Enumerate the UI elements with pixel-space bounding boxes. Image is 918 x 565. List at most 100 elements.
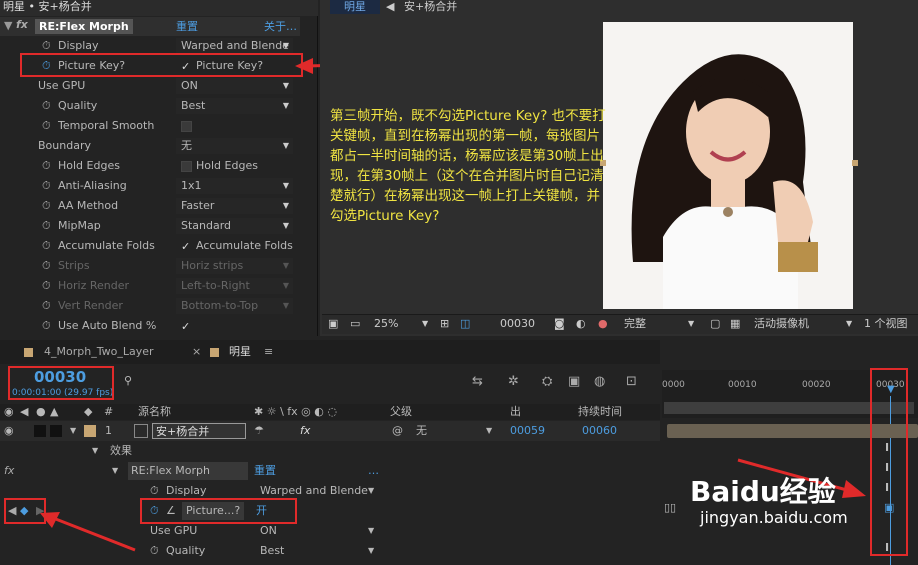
property-value[interactable]: Horiz strips — [176, 258, 293, 274]
chevron-down-icon[interactable]: ▼ — [422, 315, 428, 333]
expand-triangle-icon[interactable]: ▼ — [112, 461, 118, 481]
menu-icon[interactable]: ≡ — [264, 340, 273, 364]
effect-property-row[interactable]: ⏱ Horiz Render Left-to-Right — [0, 276, 300, 296]
chevron-down-icon[interactable]: ▼ — [368, 481, 374, 501]
flowchart-icon[interactable]: ⇆ — [472, 374, 483, 389]
transform-handle[interactable] — [852, 160, 858, 166]
show-channel-icon[interactable]: ◐ — [576, 315, 586, 333]
property-value[interactable]: 无 — [176, 138, 293, 154]
chevron-down-icon[interactable]: ▼ — [846, 315, 852, 333]
stopwatch-icon[interactable]: ⏱ — [42, 40, 54, 52]
property-value[interactable]: ✓ — [176, 318, 293, 334]
search-icon[interactable]: ⚲ — [124, 374, 132, 387]
viewer-timecode[interactable]: 00030 — [500, 315, 535, 333]
chevron-down-icon[interactable]: ▼ — [688, 315, 694, 333]
chevron-down-icon[interactable]: ▼ — [368, 541, 374, 561]
effect-property-row[interactable]: ⏱ Use Auto Blend % ✓ — [0, 316, 300, 336]
quality-select[interactable]: Best — [260, 541, 284, 561]
collapse-switch-icon[interactable]: ☂ — [254, 421, 264, 441]
effect-property-row[interactable]: ⏱ Accumulate Folds ✓ Accumulate Folds — [0, 236, 300, 256]
chevron-down-icon[interactable]: ▼ — [368, 521, 374, 541]
property-value[interactable]: Left-to-Right — [176, 278, 293, 294]
graph-icon[interactable]: ⊡ — [626, 374, 637, 389]
tab-mingxing[interactable]: 明星 — [229, 340, 251, 364]
stopwatch-icon[interactable]: ⏱ — [42, 100, 54, 112]
tab-4-morph[interactable]: 4_Morph_Two_Layer — [44, 340, 154, 364]
views-select[interactable]: 1 个视图 — [864, 315, 908, 333]
shy-icon[interactable]: ✲ — [508, 374, 519, 389]
stopwatch-icon[interactable]: ⏱ — [42, 220, 54, 232]
about-link[interactable]: 关于… — [264, 19, 297, 34]
pick-whip-icon[interactable]: @ — [392, 421, 403, 441]
label-color-icon[interactable] — [84, 425, 96, 437]
stopwatch-icon[interactable]: ⏱ — [42, 120, 54, 132]
effect-property-row[interactable]: ⏱ Vert Render Bottom-to-Top — [0, 296, 300, 316]
effects-group-row[interactable]: ▼ 效果 — [0, 441, 660, 461]
transparency-grid-icon[interactable]: ▦ — [730, 315, 740, 333]
stopwatch-icon[interactable]: ⏱ — [42, 200, 54, 212]
region-icon[interactable]: ▢ — [710, 315, 720, 333]
tab-composition[interactable]: 明星 — [330, 0, 380, 14]
parent-select[interactable]: 无 — [416, 421, 427, 441]
reset-link[interactable]: 重置 — [176, 19, 198, 34]
timeline-effect-name[interactable]: RE:Flex Morph — [128, 462, 248, 480]
mask-icon[interactable]: ◫ — [460, 315, 470, 333]
lock-box[interactable] — [50, 425, 62, 437]
property-value[interactable]: Warped and Blende — [176, 38, 293, 54]
effect-property-row[interactable]: ⏱ Temporal Smooth — [0, 116, 300, 136]
zoom-select[interactable]: 25% — [374, 315, 398, 333]
camera-select[interactable]: 活动摄像机 — [754, 315, 809, 333]
graph-editor-icon[interactable]: ◍ — [594, 374, 605, 389]
display-row[interactable]: ⏱ Display Warped and Blende ▼ — [0, 481, 660, 501]
layer-duration[interactable]: 00060 — [582, 421, 617, 441]
effect-property-row[interactable]: ⏱ AA Method Faster — [0, 196, 300, 216]
stopwatch-icon[interactable]: ⏱ — [42, 260, 54, 272]
camera-icon[interactable]: ◙ — [554, 315, 565, 333]
effect-property-row[interactable]: Boundary 无 — [0, 136, 300, 156]
keyframe-hold-icon[interactable]: ▯▯ — [664, 501, 676, 514]
motion-blur-icon[interactable]: ▣ — [568, 374, 580, 389]
property-value[interactable]: Hold Edges — [176, 158, 293, 174]
layer-out[interactable]: 00059 — [510, 421, 545, 441]
checkbox-icon[interactable] — [181, 160, 192, 172]
property-value[interactable]: Standard — [176, 218, 293, 234]
layer-row[interactable]: ◉ ▼ 1 安+杨合并 ☂ fx @ 无 ▼ 00059 00060 — [0, 421, 660, 441]
property-value[interactable] — [176, 118, 293, 134]
property-value[interactable]: ON — [176, 78, 293, 94]
magnifier-icon[interactable]: ▣ — [328, 315, 338, 333]
color-channel-icon[interactable]: ● — [598, 315, 608, 333]
effect-property-row[interactable]: Use GPU ON — [0, 76, 300, 96]
monitor-icon[interactable]: ▭ — [350, 315, 360, 333]
stopwatch-icon[interactable]: ⏱ — [150, 541, 159, 561]
effect-property-row[interactable]: ⏱ Hold Edges Hold Edges — [0, 156, 300, 176]
resolution-select[interactable]: 完整 — [624, 315, 646, 333]
stopwatch-icon[interactable]: ⏱ — [42, 240, 54, 252]
use-gpu-select[interactable]: ON — [260, 521, 277, 541]
solo-box[interactable] — [34, 425, 46, 437]
fx-switch-icon[interactable]: fx — [300, 421, 310, 441]
effect-row[interactable]: ▼ fx RE:Flex Morph 重置 关于… — [0, 17, 300, 36]
frame-blend-icon[interactable]: ⛭ — [542, 374, 552, 389]
chevron-down-icon[interactable]: ▼ — [486, 421, 492, 441]
stopwatch-icon[interactable]: ⏱ — [42, 160, 54, 172]
checkbox-checked-icon[interactable]: ✓ — [181, 321, 192, 332]
eye-icon[interactable]: ◉ — [4, 421, 14, 441]
layer-name[interactable]: 安+杨合并 — [152, 423, 246, 439]
expand-triangle-icon[interactable]: ▼ — [70, 421, 76, 441]
property-value[interactable]: Faster — [176, 198, 293, 214]
grid-icon[interactable]: ⊞ — [440, 315, 449, 333]
checkbox-icon[interactable] — [181, 120, 192, 132]
effect-property-row[interactable]: ⏱ MipMap Standard — [0, 216, 300, 236]
property-value[interactable]: Bottom-to-Top — [176, 298, 293, 314]
breadcrumb[interactable]: 安+杨合并 — [404, 0, 457, 14]
stopwatch-icon[interactable]: ⏱ — [42, 300, 54, 312]
close-icon[interactable]: × — [192, 340, 201, 364]
collapse-triangle-icon[interactable]: ▼ — [4, 19, 12, 32]
effect-property-row[interactable]: ⏱ Quality Best — [0, 96, 300, 116]
property-value[interactable]: ✓ Accumulate Folds — [176, 238, 293, 254]
expand-triangle-icon[interactable]: ▼ — [92, 441, 98, 461]
effect-property-row[interactable]: ⏱ Strips Horiz strips — [0, 256, 300, 276]
stopwatch-icon[interactable]: ⏱ — [42, 280, 54, 292]
more-icon[interactable]: … — [368, 461, 379, 481]
stopwatch-icon[interactable]: ⏱ — [42, 320, 54, 332]
